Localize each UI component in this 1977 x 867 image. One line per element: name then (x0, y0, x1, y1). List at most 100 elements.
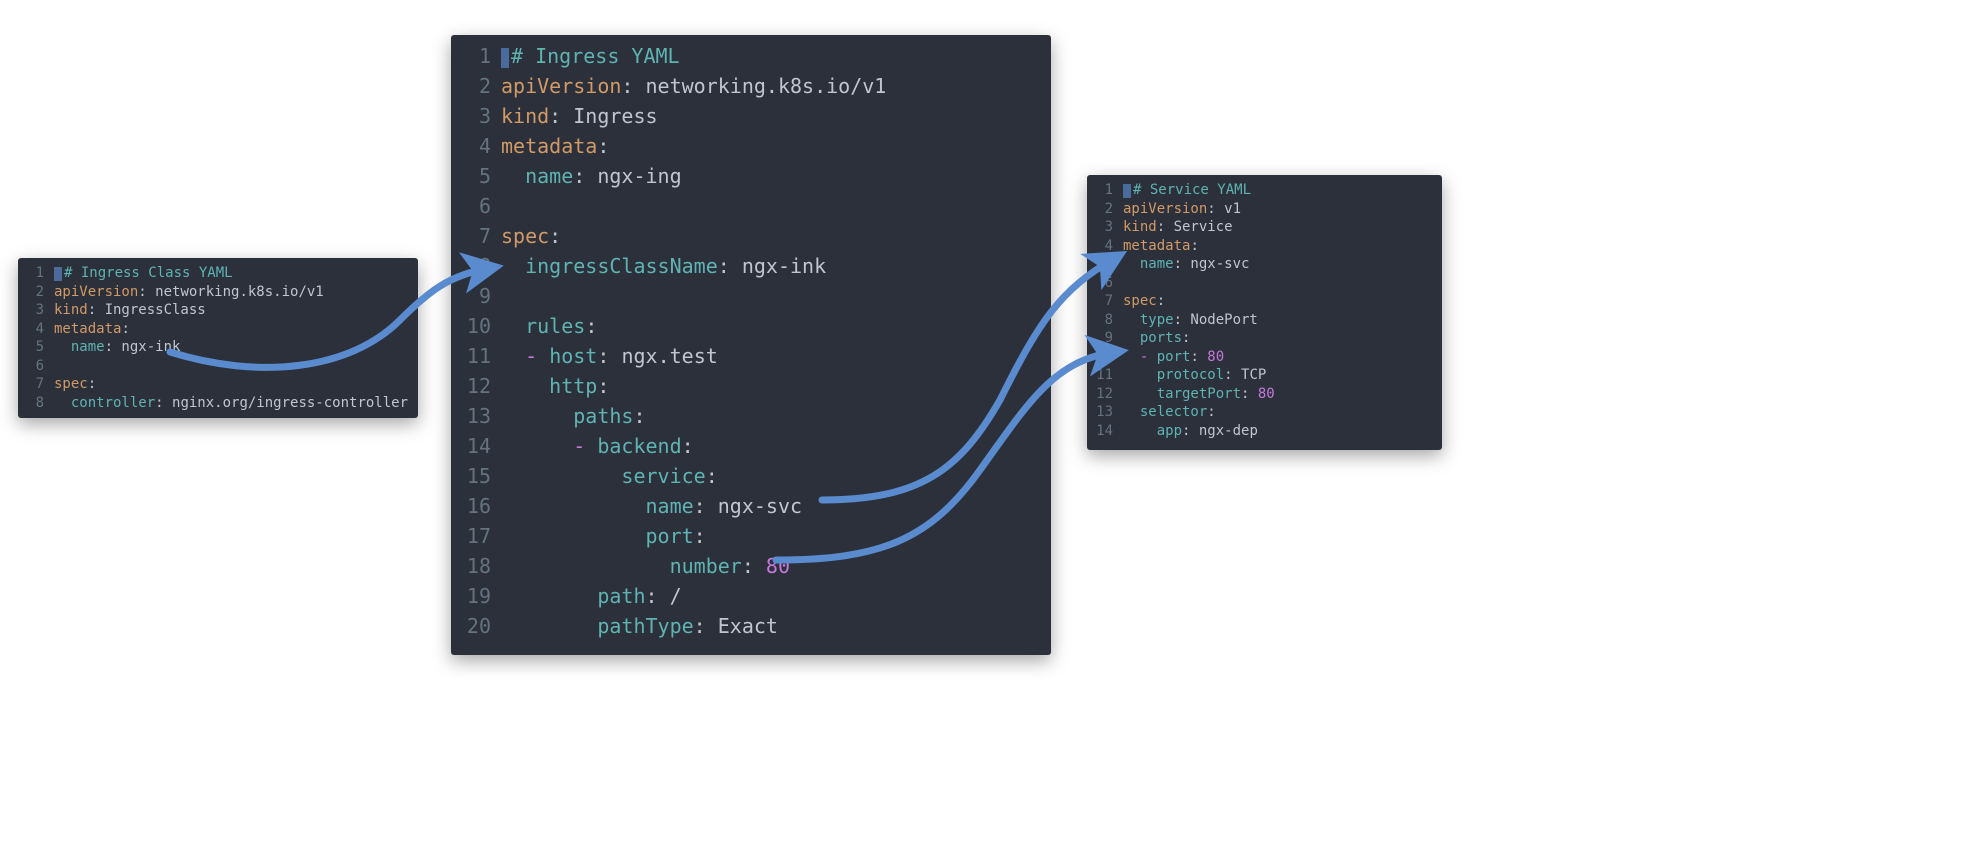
panel-ingress-yaml: 1# Ingress YAML2apiVersion: networking.k… (451, 35, 1051, 655)
token: : networking.k8s.io/v1 (138, 284, 323, 300)
line-number: 7 (451, 221, 501, 251)
code-line: 8 ingressClassName: ngx-ink (451, 251, 1051, 281)
code-content: kind: IngressClass (54, 301, 206, 320)
token: : (88, 376, 96, 392)
diagram-stage: 1# Ingress Class YAML2apiVersion: networ… (0, 0, 1977, 867)
token (501, 254, 525, 278)
token: : Exact (694, 614, 778, 638)
code-line: 7spec: (1087, 292, 1442, 311)
token: selector (1140, 404, 1207, 420)
code-content: apiVersion: networking.k8s.io/v1 (501, 71, 886, 101)
token: : (597, 134, 609, 158)
line-number: 19 (451, 581, 501, 611)
code-line: 13 selector: (1087, 403, 1442, 422)
code-content: controller: nginx.org/ingress-controller (54, 394, 408, 413)
token: : NodePort (1174, 312, 1258, 328)
token: : ngx-dep (1182, 423, 1258, 439)
line-number: 14 (1087, 422, 1123, 441)
token (1123, 367, 1157, 383)
token: : (597, 374, 609, 398)
line-number: 1 (451, 41, 501, 71)
token: : Ingress (549, 104, 657, 128)
token: : (1207, 404, 1215, 420)
line-number: 3 (451, 101, 501, 131)
code-line: 2apiVersion: v1 (1087, 200, 1442, 219)
token: : ngx-svc (694, 494, 802, 518)
line-number: 5 (18, 338, 54, 357)
code-block: 1# Ingress Class YAML2apiVersion: networ… (18, 258, 418, 418)
token: : IngressClass (88, 302, 206, 318)
code-content: # Ingress YAML (501, 41, 680, 71)
code-content: metadata: (54, 320, 130, 339)
token: name (1140, 256, 1174, 272)
cursor-icon (54, 267, 62, 281)
line-number: 7 (1087, 292, 1123, 311)
token: : (549, 224, 561, 248)
code-line: 1# Ingress YAML (451, 41, 1051, 71)
token: # (64, 265, 81, 281)
token (501, 614, 597, 638)
token (501, 434, 573, 458)
code-line: 9 (451, 281, 1051, 311)
code-line: 13 paths: (451, 401, 1051, 431)
code-content: kind: Service (1123, 218, 1233, 237)
token: : (1190, 238, 1198, 254)
code-line: 1# Ingress Class YAML (18, 264, 418, 283)
token (1123, 312, 1140, 328)
code-content: spec: (1123, 292, 1165, 311)
code-line: 14 app: ngx-dep (1087, 422, 1442, 441)
code-block: 1# Ingress YAML2apiVersion: networking.k… (451, 35, 1051, 647)
token (54, 339, 71, 355)
code-line: 12 http: (451, 371, 1051, 401)
line-number: 4 (451, 131, 501, 161)
token: spec (501, 224, 549, 248)
code-line: 14 - backend: (451, 431, 1051, 461)
token: : v1 (1207, 201, 1241, 217)
code-content: - port: 80 (1123, 348, 1224, 367)
line-number: 1 (18, 264, 54, 283)
code-content: app: ngx-dep (1123, 422, 1258, 441)
line-number: 15 (451, 461, 501, 491)
token: : (1241, 386, 1258, 402)
token: : (121, 321, 129, 337)
code-content: http: (501, 371, 609, 401)
token: - (1140, 349, 1157, 365)
line-number: 11 (451, 341, 501, 371)
token (501, 554, 670, 578)
code-content: selector: (1123, 403, 1216, 422)
line-number: 6 (1087, 274, 1123, 293)
token: port (646, 524, 694, 548)
token: metadata (54, 321, 121, 337)
token: : ngx-ink (105, 339, 181, 355)
token: : (682, 434, 694, 458)
token: : (694, 524, 706, 548)
token: ports (1140, 330, 1182, 346)
code-content: metadata: (501, 131, 609, 161)
code-content: kind: Ingress (501, 101, 658, 131)
token: # (511, 44, 535, 68)
token: ingressClassName (525, 254, 718, 278)
code-line: 5 name: ngx-ing (451, 161, 1051, 191)
code-content: name: ngx-ink (54, 338, 180, 357)
line-number: 2 (451, 71, 501, 101)
code-line: 10 rules: (451, 311, 1051, 341)
code-line: 19 path: / (451, 581, 1051, 611)
line-number: 4 (18, 320, 54, 339)
token: apiVersion (501, 74, 621, 98)
token: metadata (1123, 238, 1190, 254)
line-number: 4 (1087, 237, 1123, 256)
line-number: 6 (18, 357, 54, 376)
code-content: apiVersion: v1 (1123, 200, 1241, 219)
code-line: 8 controller: nginx.org/ingress-controll… (18, 394, 418, 413)
token: : (1190, 349, 1207, 365)
code-content: path: / (501, 581, 682, 611)
code-content: apiVersion: networking.k8s.io/v1 (54, 283, 324, 302)
token (501, 374, 549, 398)
token: : (742, 554, 766, 578)
token: host (549, 344, 597, 368)
code-content: spec: (501, 221, 561, 251)
code-line: 3kind: IngressClass (18, 301, 418, 320)
code-line: 16 name: ngx-svc (451, 491, 1051, 521)
code-line: 10 - port: 80 (1087, 348, 1442, 367)
code-line: 20 pathType: Exact (451, 611, 1051, 641)
